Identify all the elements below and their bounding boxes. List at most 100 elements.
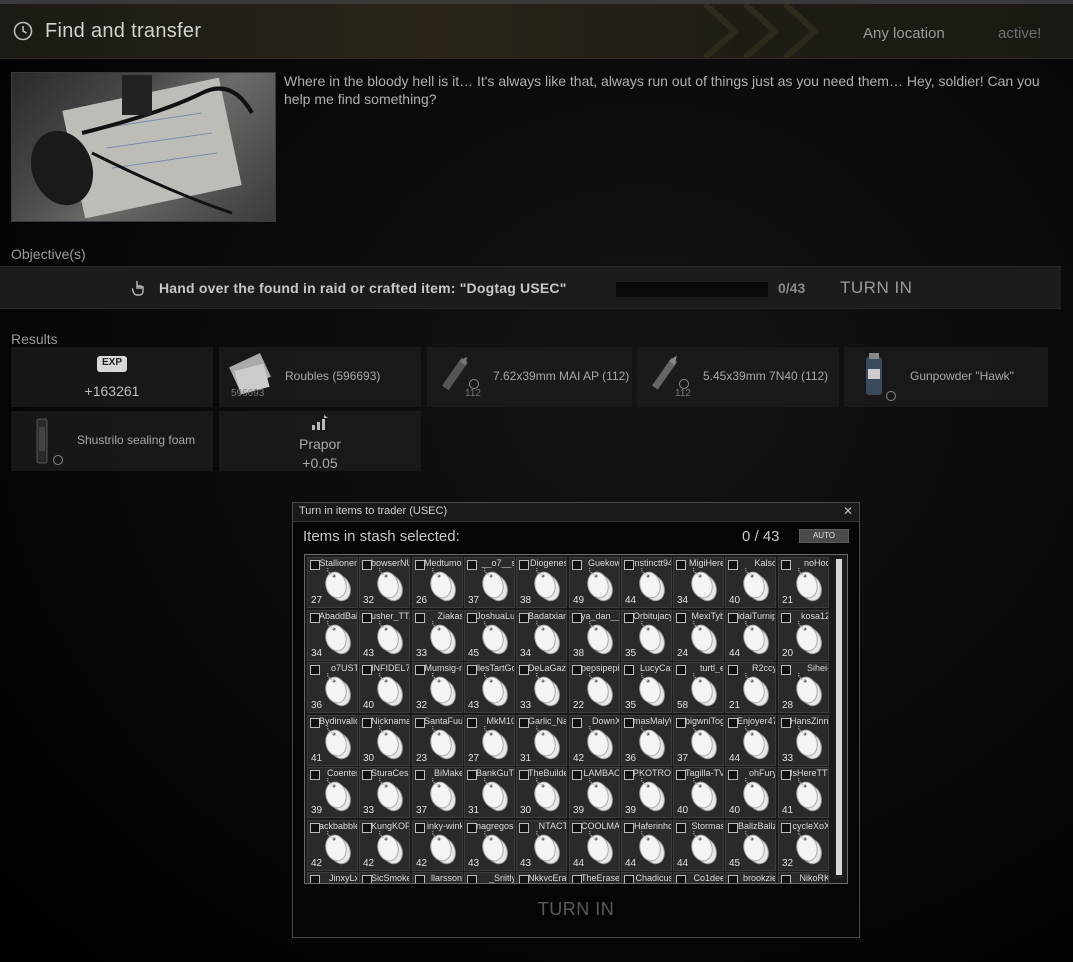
- dogtag-level: 42: [416, 858, 428, 869]
- grid-scrollbar-thumb[interactable]: [836, 559, 842, 875]
- dogtag-item[interactable]: BiMake 37: [412, 767, 463, 818]
- dogtag-item[interactable]: BankGuThr0t 31: [464, 767, 515, 818]
- dogtag-item[interactable]: Nicknama 30: [359, 715, 410, 766]
- dogtag-item[interactable]: Coenter 39: [307, 767, 358, 818]
- dogtag-item[interactable]: AbaddBallo 34: [307, 610, 358, 661]
- modal-turn-in-button[interactable]: TURN IN: [293, 899, 859, 920]
- dogtag-item[interactable]: MkM10 27: [464, 715, 515, 766]
- dogtag-item[interactable]: JoshuaLugg 45: [464, 610, 515, 661]
- dogtag-item[interactable]: Medtumor 26: [412, 557, 463, 608]
- dogtag-icon: [743, 673, 769, 707]
- dogtag-item[interactable]: Tagilla-TVT 40: [673, 767, 724, 818]
- dogtag-item[interactable]: brookzie: [725, 872, 776, 883]
- dogtag-item[interactable]: llarssoni: [412, 872, 463, 883]
- dogtag-item[interactable]: bigwniToggle 37: [673, 715, 724, 766]
- dogtag-item[interactable]: Diogenes 38: [516, 557, 567, 608]
- dogtag-name: Co1dee: [693, 873, 724, 883]
- dogtag-item[interactable]: DownX 42: [569, 715, 620, 766]
- reward-item[interactable]: Gunpowder "Hawk": [844, 347, 1048, 407]
- dogtag-level: 49: [573, 595, 585, 606]
- dogtag-item[interactable]: SantaFuuu 23: [412, 715, 463, 766]
- dogtag-item[interactable]: Stallionen 27: [307, 557, 358, 608]
- grid-scrollbar[interactable]: [835, 557, 843, 879]
- dogtag-item[interactable]: TheEraser: [569, 872, 620, 883]
- dogtag-item[interactable]: idaiTurnip 44: [725, 610, 776, 661]
- dogtag-grid[interactable]: Stallionen 27 bowserNUT 32 Medtumor 26 __o7__s…: [304, 554, 848, 884]
- dogtag-item[interactable]: Co1dee: [673, 872, 724, 883]
- dogtag-item[interactable]: LucyCat 35: [621, 662, 672, 713]
- dogtag-item[interactable]: Sihei- 28: [778, 662, 829, 713]
- chevron-decoration: [702, 4, 740, 58]
- dogtag-item[interactable]: nagregose 43: [464, 820, 515, 871]
- dogtag-icon: [482, 621, 508, 655]
- dogtag-name: inky-wink: [426, 821, 463, 831]
- dogtag-item[interactable]: SturaCesso 33: [359, 767, 410, 818]
- dogtag-item[interactable]: DeLaGaze 33: [516, 662, 567, 713]
- dogtag-item[interactable]: MigiHere 34: [673, 557, 724, 608]
- dogtag-item[interactable]: NikoRK: [778, 872, 829, 883]
- dogtag-item[interactable]: turtl_e 58: [673, 662, 724, 713]
- dogtag-item[interactable]: ohFury 40: [725, 767, 776, 818]
- dogtag-level: 43: [520, 858, 532, 869]
- dogtag-item[interactable]: JinxyLx: [307, 872, 358, 883]
- dogtag-item[interactable]: noHoc 21: [778, 557, 829, 608]
- dogtag-name: BiMake: [433, 768, 463, 778]
- dogtag-item[interactable]: LAMBAO 39: [569, 767, 620, 818]
- dogtag-item[interactable]: _Sriitly: [464, 872, 515, 883]
- dogtag-item[interactable]: PKOTROFE 39: [621, 767, 672, 818]
- dogtag-item[interactable]: ackbabbler 42: [307, 820, 358, 871]
- dogtag-item[interactable]: Chadicus: [621, 872, 672, 883]
- reward-item[interactable]: Shustrilo sealing foam: [11, 411, 213, 471]
- dogtag-item[interactable]: IsHereTTV 41: [778, 767, 829, 818]
- reward-item[interactable]: 596693 Roubles (596693): [219, 347, 421, 407]
- dogtag-item[interactable]: Garlic_Naan 31: [516, 715, 567, 766]
- dogtag-icon: [639, 621, 665, 655]
- dogtag-item[interactable]: Enjoyer47 44: [725, 715, 776, 766]
- dogtag-item[interactable]: Mumsig-n 32: [412, 662, 463, 713]
- dogtag-item[interactable]: BallzBallz 45: [725, 820, 776, 871]
- dogtag-item[interactable]: kosa12 20: [778, 610, 829, 661]
- dogtag-item[interactable]: Bydinvalid 41: [307, 715, 358, 766]
- dogtag-item[interactable]: ya_dan__0 38: [569, 610, 620, 661]
- dogtag-item[interactable]: COOLMAAN 44: [569, 820, 620, 871]
- dogtag-icon: [743, 778, 769, 812]
- dogtag-item[interactable]: MexiTyb 24: [673, 610, 724, 661]
- dogtag-item[interactable]: nstinctt94 44: [621, 557, 672, 608]
- dogtag-item[interactable]: Badatxian 34: [516, 610, 567, 661]
- dogtag-item[interactable]: SicSmoked: [359, 872, 410, 883]
- close-icon[interactable]: ✕: [843, 504, 853, 518]
- dogtag-item[interactable]: Kalso 40: [725, 557, 776, 608]
- dogtag-item[interactable]: KungKOPP 42: [359, 820, 410, 871]
- dogtag-item[interactable]: __o7__s 37: [464, 557, 515, 608]
- dogtag-item[interactable]: o7UST 36: [307, 662, 358, 713]
- dogtag-item[interactable]: Orbitujacy 35: [621, 610, 672, 661]
- auto-select-button[interactable]: AUTO: [799, 529, 849, 543]
- turn-in-button[interactable]: TURN IN: [840, 278, 912, 298]
- dogtag-item[interactable]: INFIDEL79 40: [359, 662, 410, 713]
- dogtag-item[interactable]: bowserNUT 32: [359, 557, 410, 608]
- dogtag-item[interactable]: Stormas 44: [673, 820, 724, 871]
- dogtag-icon: [377, 673, 403, 707]
- dogtag-item[interactable]: usher_TTV 43: [359, 610, 410, 661]
- reward-item[interactable]: 112 5.45x39mm 7N40 (112): [637, 347, 839, 407]
- dogtag-item[interactable]: pepsipepis 22: [569, 662, 620, 713]
- dogtag-name: Bydinvalid: [319, 716, 358, 726]
- modal-titlebar[interactable]: Turn in items to trader (USEC) ✕: [293, 503, 859, 522]
- reward-item[interactable]: 112 7.62x39mm MAI AP (112): [427, 347, 632, 407]
- dogtag-item[interactable]: Guekow 49: [569, 557, 620, 608]
- dogtag-item[interactable]: TheBuilder 30: [516, 767, 567, 818]
- dogtag-item[interactable]: NTACT 43: [516, 820, 567, 871]
- dogtag-item[interactable]: cycleXoX 32: [778, 820, 829, 871]
- dogtag-name: llarssoni: [430, 873, 463, 883]
- dogtag-item[interactable]: masMalyW 36: [621, 715, 672, 766]
- dogtag-item[interactable]: HansZinneb 33: [778, 715, 829, 766]
- dogtag-icon: [796, 778, 822, 812]
- dogtag-name: nstinctt94: [634, 558, 672, 568]
- dogtag-item[interactable]: Haferinho 44: [621, 820, 672, 871]
- dogtag-item[interactable]: llesTartGog 43: [464, 662, 515, 713]
- dogtag-item[interactable]: NkkvcEraser: [516, 872, 567, 883]
- dogtag-item[interactable]: inky-wink 42: [412, 820, 463, 871]
- dogtag-item[interactable]: R2ccy 21: [725, 662, 776, 713]
- objective-text: Hand over the found in raid or crafted i…: [159, 280, 567, 296]
- dogtag-item[interactable]: Ziakas 33: [412, 610, 463, 661]
